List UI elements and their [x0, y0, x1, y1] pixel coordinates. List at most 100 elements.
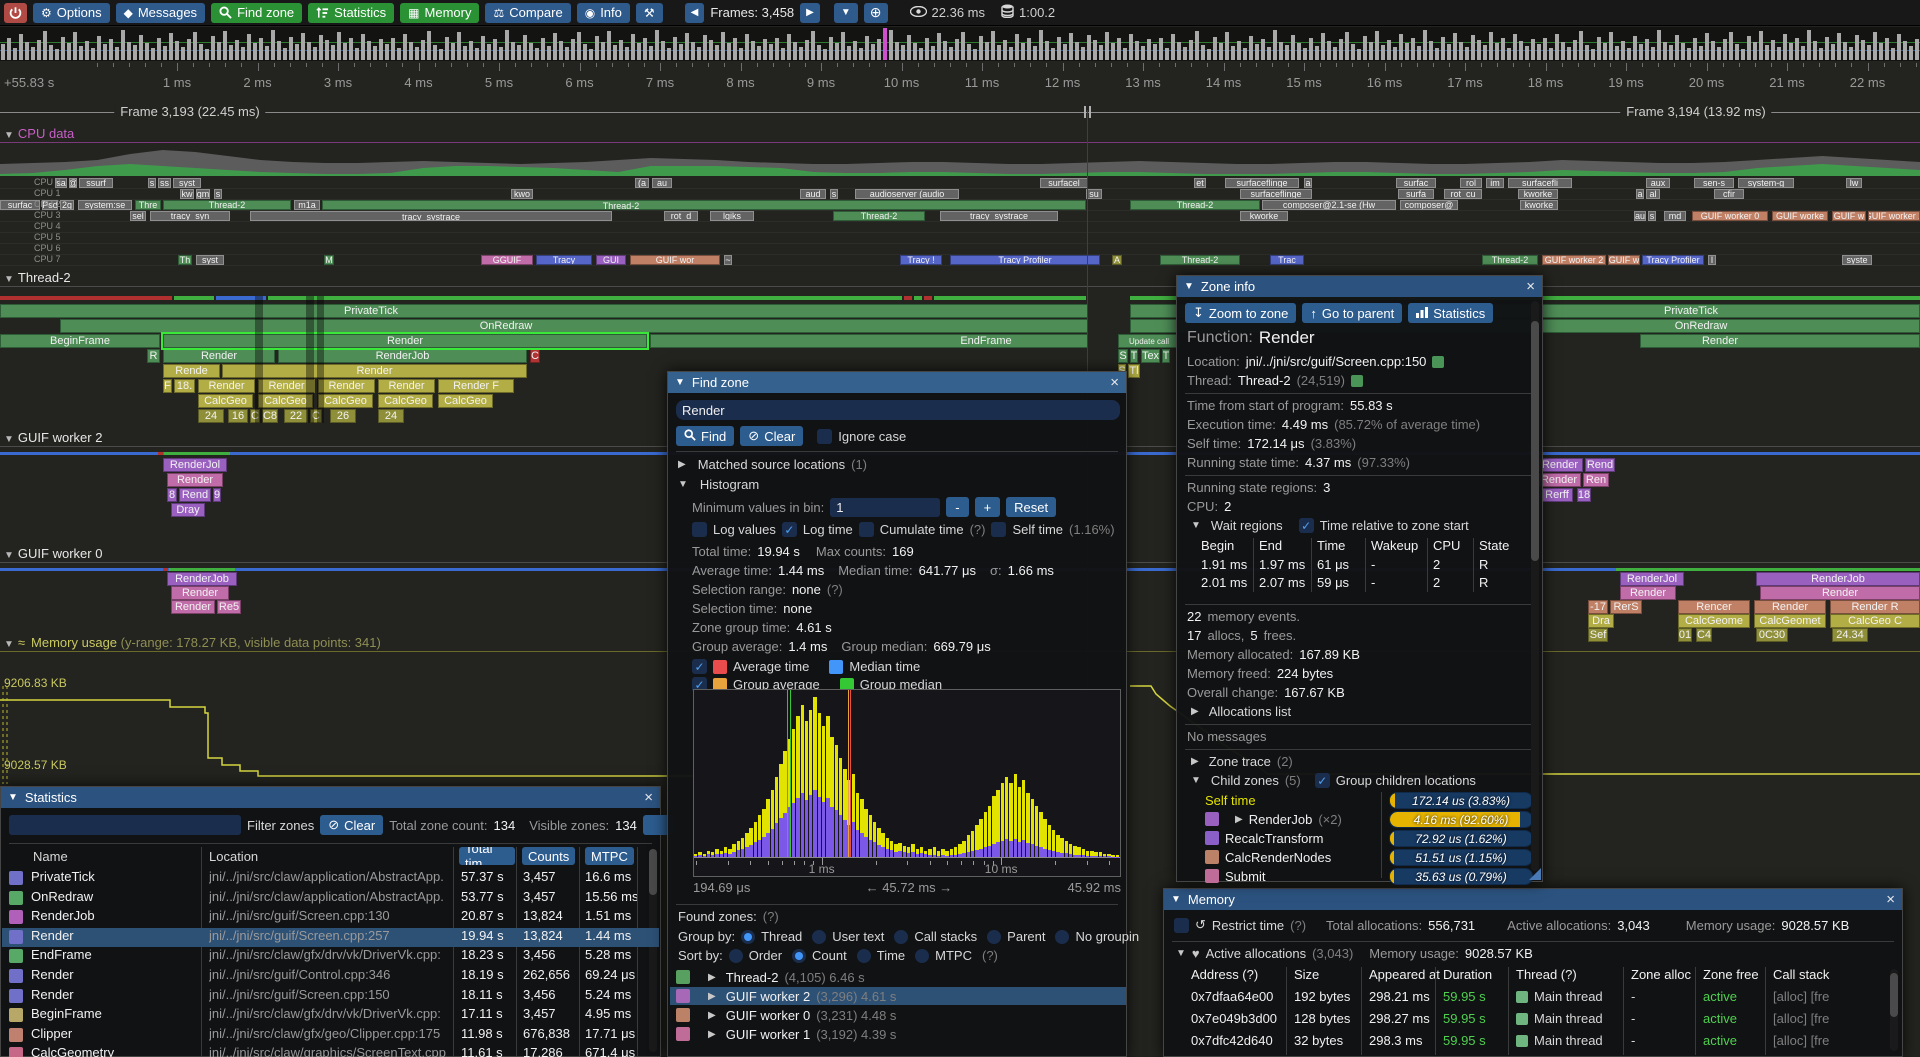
zone[interactable]: Rencer [1678, 600, 1750, 614]
zone[interactable]: Render [163, 334, 647, 348]
log-time-checkbox[interactable]: ✓ [782, 522, 797, 537]
zone[interactable]: surfacefli [1508, 178, 1572, 188]
zone[interactable]: Render [222, 364, 527, 378]
zone[interactable]: Render R [1830, 600, 1920, 614]
zone[interactable]: Thread-2 [322, 200, 1086, 210]
zone[interactable]: surfac [1396, 178, 1436, 188]
stat-counts[interactable]: 13,824 [523, 928, 577, 943]
frame-dropdown-button[interactable]: ▼ [834, 3, 858, 23]
zone[interactable]: RenderJob [278, 349, 527, 363]
stat-mtpc[interactable]: 4.95 ms [585, 1006, 637, 1021]
stat-name[interactable]: Clipper [31, 1026, 197, 1041]
zone[interactable]: Thre [135, 200, 161, 210]
zone-trace-label[interactable]: Zone trace [1209, 754, 1271, 769]
stat-location[interactable]: jni/../jni/src/claw/application/Abstract… [209, 889, 449, 904]
zone[interactable]: Rende [163, 364, 220, 378]
radio-user-text[interactable] [812, 930, 826, 944]
compare-button[interactable]: ⚖Compare [485, 3, 570, 23]
collapse-icon[interactable]: ▼ [1176, 948, 1186, 959]
memory-col-header[interactable]: Duration [1443, 967, 1513, 982]
zone[interactable]: s [1648, 211, 1656, 221]
zone[interactable]: Update call [1118, 334, 1180, 348]
stat-counts[interactable]: 17,286 [523, 1045, 577, 1057]
zone[interactable]: Re5 [217, 600, 241, 614]
zone[interactable]: surfa [1398, 189, 1434, 199]
cpu-row[interactable]: CPU 4 [0, 222, 1920, 233]
zone[interactable]: Th [178, 255, 192, 265]
zone[interactable]: syste [1842, 255, 1872, 265]
stat-name[interactable]: PrivateTick [31, 869, 197, 884]
zone[interactable]: 22 [284, 409, 308, 423]
zone[interactable]: F [163, 379, 172, 393]
zone-info-titlebar[interactable]: ▼ Zone info × [1177, 276, 1542, 297]
zone[interactable]: kworke [1520, 200, 1558, 210]
stat-counts[interactable]: 262,656 [523, 967, 577, 982]
zone[interactable]: CalcGeo [198, 394, 253, 408]
find-button[interactable]: Find [676, 426, 734, 446]
zone[interactable]: tracy_systrace [250, 211, 612, 221]
stat-mtpc[interactable]: 1.44 ms [585, 928, 637, 943]
cumulate-checkbox[interactable] [859, 522, 874, 537]
stat-name[interactable]: Render [31, 987, 197, 1002]
zone[interactable]: kwo [511, 189, 533, 199]
zone[interactable]: md [1664, 211, 1686, 221]
power-button[interactable] [4, 3, 27, 23]
stat-counts[interactable]: 3,456 [523, 947, 577, 962]
zone[interactable]: R [147, 349, 160, 363]
zone[interactable]: BeginFrame [0, 334, 160, 348]
zone[interactable]: Tracy [536, 255, 592, 265]
zone[interactable]: C8 [262, 409, 278, 423]
zone[interactable]: 26 [330, 409, 356, 423]
legend-checkbox[interactable]: ✓ [692, 659, 707, 674]
memory-callstack-cell[interactable]: [alloc] [fre [1773, 1011, 1891, 1026]
stat-location[interactable]: jni/../jni/src/claw/application/Abstract… [209, 869, 449, 884]
zone[interactable]: s [830, 189, 838, 199]
col-mtpc-button[interactable]: MTPC [585, 847, 634, 865]
filter-input[interactable] [9, 815, 241, 835]
source-color-swatch[interactable] [1432, 356, 1444, 368]
child-zone-row[interactable]: RecalcTransform [1205, 830, 1323, 846]
zone[interactable]: Render [171, 586, 229, 600]
statistics-button[interactable]: Statistics [308, 3, 394, 23]
zone[interactable]: CalcGeo [318, 394, 373, 408]
zone[interactable]: au [1634, 211, 1646, 221]
zone[interactable]: s [148, 178, 156, 188]
child-zone-row[interactable]: ▶RenderJob(×2) [1205, 811, 1342, 827]
close-icon[interactable]: × [1886, 891, 1895, 908]
search-input[interactable]: Render [676, 400, 1120, 420]
stat-name[interactable]: Render [31, 967, 197, 982]
zone[interactable]: rot_cu [1444, 189, 1482, 199]
zone[interactable]: aud [800, 189, 826, 199]
collapse-icon[interactable]: ▼ [1191, 520, 1201, 531]
thread-header-guif-worker-0[interactable]: ▼GUIF worker 0 [4, 546, 102, 561]
radio-no-groupin[interactable] [1055, 930, 1069, 944]
zone[interactable]: aux [1646, 178, 1670, 188]
zone[interactable]: Render [167, 473, 223, 487]
zone[interactable]: GUIF w [1608, 255, 1640, 265]
memory-callstack-cell[interactable]: [alloc] [fre [1773, 1033, 1891, 1048]
cpu-row[interactable]: CPU 0sa@ssurfssssyst(aausurfaceletsurfac… [0, 178, 1920, 189]
thread-color-swatch[interactable] [1351, 375, 1363, 387]
expand-icon[interactable]: ▶ [678, 459, 686, 470]
zone[interactable]: 24 [198, 409, 224, 423]
stat-location[interactable]: jni/../jni/src/claw/gfx/drv/vk/DriverVk.… [209, 947, 449, 962]
goto-frame-button[interactable]: ⊕ [864, 3, 888, 23]
zone[interactable]: Rerff [1541, 488, 1573, 502]
zone[interactable]: RenderJol [1620, 572, 1684, 586]
ignore-case-checkbox[interactable] [817, 429, 832, 444]
zone[interactable]: 0C30 [1756, 628, 1788, 642]
statistics-button[interactable]: Statistics [1408, 303, 1493, 323]
zone[interactable]: Thread-2 [1160, 255, 1240, 265]
radio-call-stacks[interactable] [894, 930, 908, 944]
stat-counts[interactable]: 676,838 [523, 1026, 577, 1041]
zone[interactable]: Tracy Profiler [950, 255, 1100, 265]
find-zone-button[interactable]: Find zone [211, 3, 302, 23]
stat-counts[interactable]: 3,457 [523, 869, 577, 884]
radio-time[interactable] [857, 949, 871, 963]
scrollbar[interactable] [1531, 301, 1539, 871]
col-location[interactable]: Location [209, 849, 258, 864]
zone[interactable]: lgiks [710, 211, 754, 221]
zone[interactable]: Render [318, 379, 375, 393]
frame-label-left[interactable]: Frame 3,193 (22.45 ms) [114, 104, 265, 119]
zone[interactable]: a [1636, 189, 1644, 199]
